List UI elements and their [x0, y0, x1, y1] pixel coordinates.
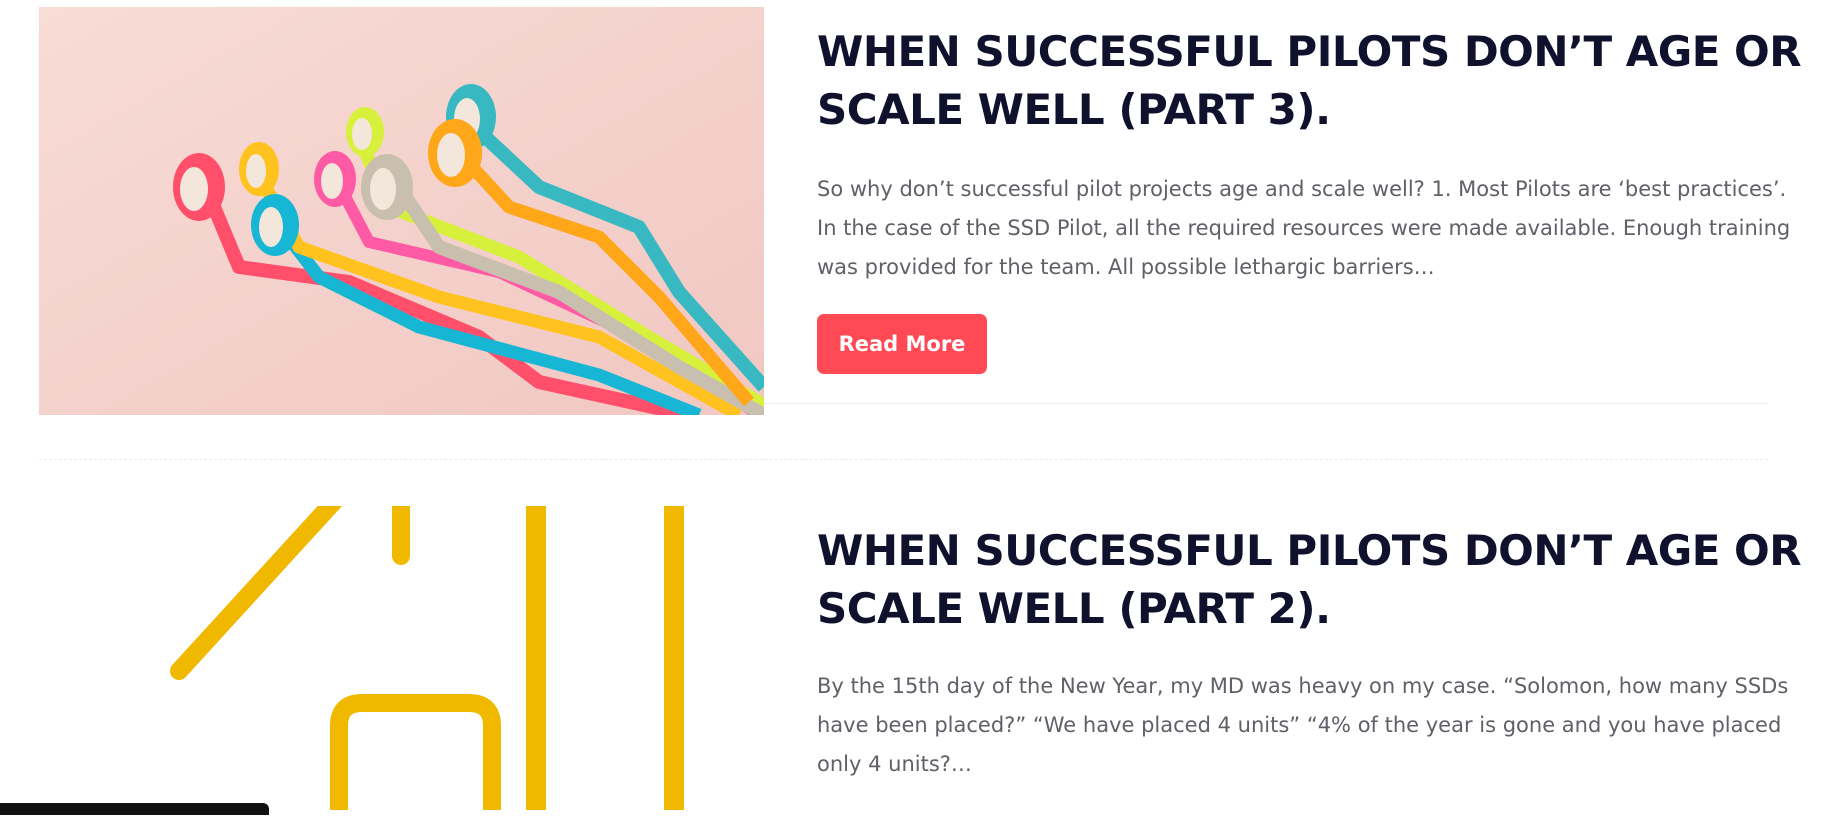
blog-post-card: WHEN SUCCESSFUL PILOTS DON’T AGE OR SCAL…	[39, 7, 1802, 415]
post-excerpt: So why don’t successful pilot projects a…	[817, 177, 1791, 279]
post-title[interactable]: WHEN SUCCESSFUL PILOTS DON’T AGE OR SCAL…	[817, 23, 1807, 139]
bottom-toolbar	[0, 803, 269, 815]
yellow-line-house-image	[39, 506, 764, 810]
washi-tape-rolls-image	[39, 7, 764, 415]
post-thumbnail[interactable]	[39, 7, 764, 415]
post-separator	[39, 459, 1768, 460]
read-more-button[interactable]: Read More	[817, 314, 987, 374]
post-excerpt: By the 15th day of the New Year, my MD w…	[817, 674, 1789, 776]
blog-post-card: WHEN SUCCESSFUL PILOTS DON’T AGE OR SCAL…	[39, 506, 1802, 826]
post-title[interactable]: WHEN SUCCESSFUL PILOTS DON’T AGE OR SCAL…	[817, 522, 1807, 638]
post-thumbnail[interactable]	[39, 506, 764, 810]
divider	[764, 403, 1768, 404]
